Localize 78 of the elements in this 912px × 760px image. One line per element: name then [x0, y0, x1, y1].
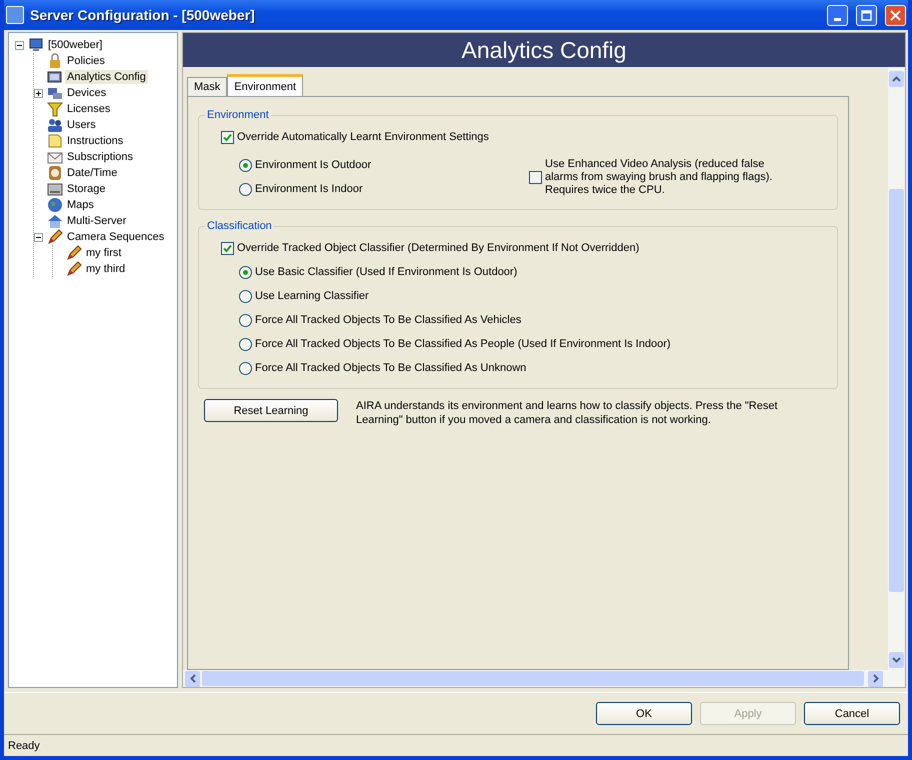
dialog-button[interactable]: OK — [596, 702, 692, 725]
tree-item[interactable]: Multi-Server — [65, 214, 128, 228]
radio-label: Environment Is Outdoor — [255, 159, 372, 171]
funnel-icon — [47, 101, 63, 117]
collapse-icon[interactable] — [34, 232, 43, 242]
minimize-icon — [834, 18, 841, 20]
note-icon — [47, 133, 63, 149]
maximize-button[interactable] — [856, 4, 877, 26]
clock-icon — [47, 165, 63, 181]
tree-item[interactable]: Users — [65, 118, 98, 132]
page-title: Analytics Config — [462, 36, 626, 64]
radio-button[interactable] — [239, 362, 252, 374]
checkbox-label: Override Tracked Object Classifier (Determined By Environment If Not Overridden) — [237, 242, 640, 254]
dialog-button[interactable]: Cancel — [804, 702, 900, 725]
radio-button[interactable] — [239, 290, 252, 302]
close-button[interactable] — [885, 4, 906, 26]
computer-icon — [28, 37, 44, 53]
globe-icon — [47, 197, 63, 213]
checkbox[interactable] — [221, 242, 234, 254]
tree-item[interactable]: [500weber] — [46, 38, 104, 52]
collapse-icon[interactable] — [15, 40, 24, 50]
radio-button[interactable] — [239, 314, 252, 326]
checkbox[interactable] — [221, 130, 234, 144]
radio-label: Use Learning Classifier — [255, 290, 369, 302]
pencil-icon — [47, 229, 63, 245]
radio-label: Use Basic Classifier (Used If Environment Is Outdoor) — [255, 266, 518, 278]
vertical-scrollbar[interactable] — [888, 67, 905, 670]
scroll-up-icon[interactable] — [889, 71, 904, 87]
tree-item[interactable]: Analytics Config — [65, 70, 148, 84]
house-icon — [47, 213, 63, 229]
reset-learning-button[interactable]: Reset Learning — [204, 399, 338, 422]
horizontal-scrollbar[interactable] — [183, 670, 905, 687]
tree-item[interactable]: Policies — [65, 54, 107, 68]
close-icon — [890, 10, 901, 20]
monitor-icon — [47, 69, 63, 85]
group-title: Environment — [206, 109, 270, 121]
checkbox-label: Use Enhanced Video Analysis (reduced false alarms from swaying brush and flapping flags). Requires twice the CPU. — [545, 158, 774, 196]
pencil-icon — [66, 245, 82, 261]
pencil-icon — [66, 261, 82, 277]
drive-icon — [47, 181, 63, 197]
scroll-thumb[interactable] — [202, 671, 864, 686]
scroll-right-icon[interactable] — [868, 670, 883, 686]
tab[interactable]: Mask — [187, 77, 228, 96]
scroll-down-icon[interactable] — [889, 652, 904, 668]
scroll-left-icon[interactable] — [185, 670, 200, 686]
minimize-button[interactable] — [827, 4, 848, 26]
radio-label: Environment Is Indoor — [255, 183, 363, 195]
help-text: AIRA understands its environment and learns how to classify objects. Press the "Reset Learning" button if you moved a camera and classification is not working. — [356, 399, 779, 427]
group-title: Classification — [206, 220, 273, 232]
window-title: Server Configuration - [500weber] — [30, 7, 256, 23]
status-text: Ready — [8, 740, 40, 752]
radio-button[interactable] — [239, 158, 252, 172]
tree-item[interactable]: Camera Sequences — [65, 230, 166, 244]
tree-item[interactable]: Instructions — [65, 134, 126, 148]
tree-item[interactable]: Storage — [65, 182, 108, 196]
tree-item[interactable]: Licenses — [65, 102, 112, 116]
users-icon — [47, 117, 63, 133]
tree-item[interactable]: Maps — [65, 198, 96, 212]
tree-item[interactable]: Subscriptions — [65, 150, 136, 164]
tree-item[interactable]: Devices — [65, 86, 108, 100]
radio-button[interactable] — [239, 182, 252, 196]
radio-button[interactable] — [239, 338, 252, 350]
tree-item[interactable]: my first — [84, 246, 124, 260]
radio-button[interactable] — [239, 266, 252, 278]
checkbox-label: Override Automatically Learnt Environment Settings — [237, 131, 489, 143]
maximize-icon — [861, 10, 872, 20]
tab[interactable]: Environment — [227, 74, 304, 96]
expand-icon[interactable] — [34, 88, 43, 98]
app-icon — [6, 6, 24, 24]
radio-label: Force All Tracked Objects To Be Classified As Vehicles — [255, 314, 522, 326]
tree-item[interactable]: Date/Time — [65, 166, 120, 180]
scroll-thumb[interactable] — [889, 189, 904, 592]
radio-label: Force All Tracked Objects To Be Classified As People (Used If Environment Is Indoor) — [255, 338, 671, 350]
checkbox[interactable] — [529, 170, 542, 184]
lock-icon — [47, 53, 63, 69]
radio-label: Force All Tracked Objects To Be Classified As Unknown — [255, 362, 526, 374]
tree-item[interactable]: my third — [84, 262, 128, 276]
devices-icon — [47, 85, 63, 101]
